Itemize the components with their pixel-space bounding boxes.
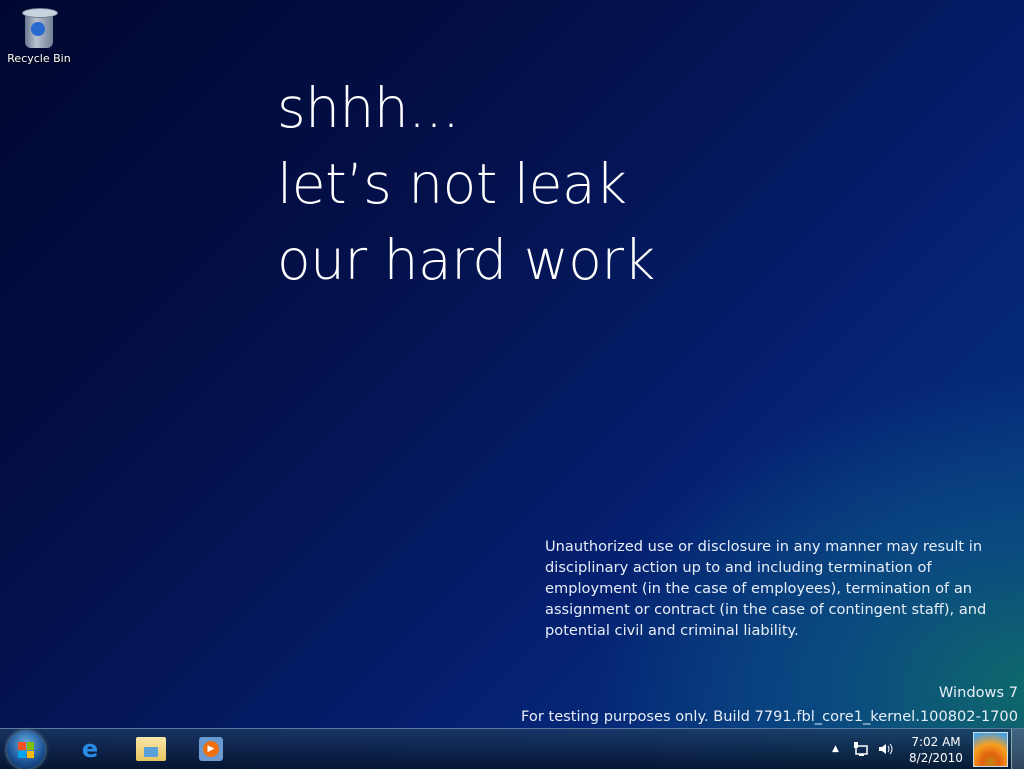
recycle-bin-label: Recycle Bin xyxy=(7,52,71,65)
show-desktop-button[interactable] xyxy=(1011,729,1024,769)
taskbar-internet-explorer[interactable]: e xyxy=(62,732,118,766)
recycle-bin-icon xyxy=(22,6,58,48)
wallpaper-headline: shhh... let’s not leak our hard work xyxy=(277,70,655,298)
folder-icon xyxy=(136,737,166,761)
taskbar: e ▶ ▲ 7:02 AM 8/2/2010 xyxy=(0,728,1024,769)
clock-date: 8/2/2010 xyxy=(909,751,963,765)
desktop-icon-recycle-bin[interactable]: Recycle Bin xyxy=(4,6,74,65)
taskbar-windows-explorer[interactable] xyxy=(123,732,179,766)
ie-icon: e xyxy=(81,735,99,763)
windows-version-watermark: Windows 7 xyxy=(938,684,1018,701)
headline-line: shhh... xyxy=(277,76,460,140)
volume-icon[interactable] xyxy=(877,729,893,769)
system-clock[interactable]: 7:02 AM 8/2/2010 xyxy=(900,734,972,766)
headline-line: let’s not leak xyxy=(277,152,627,216)
user-picture-thumbnail[interactable] xyxy=(973,732,1008,767)
headline-line: our hard work xyxy=(277,228,655,292)
legal-notice: Unauthorized use or disclosure in any ma… xyxy=(545,538,987,639)
clock-time: 7:02 AM xyxy=(911,735,961,749)
media-player-icon: ▶ xyxy=(199,737,223,761)
network-icon[interactable] xyxy=(853,729,869,769)
show-hidden-icons-button[interactable]: ▲ xyxy=(832,729,839,769)
start-button[interactable] xyxy=(7,731,45,769)
taskbar-media-player[interactable]: ▶ xyxy=(183,732,239,766)
windows-logo-icon xyxy=(18,742,34,758)
build-watermark: For testing purposes only. Build 7791.fb… xyxy=(521,708,1018,725)
